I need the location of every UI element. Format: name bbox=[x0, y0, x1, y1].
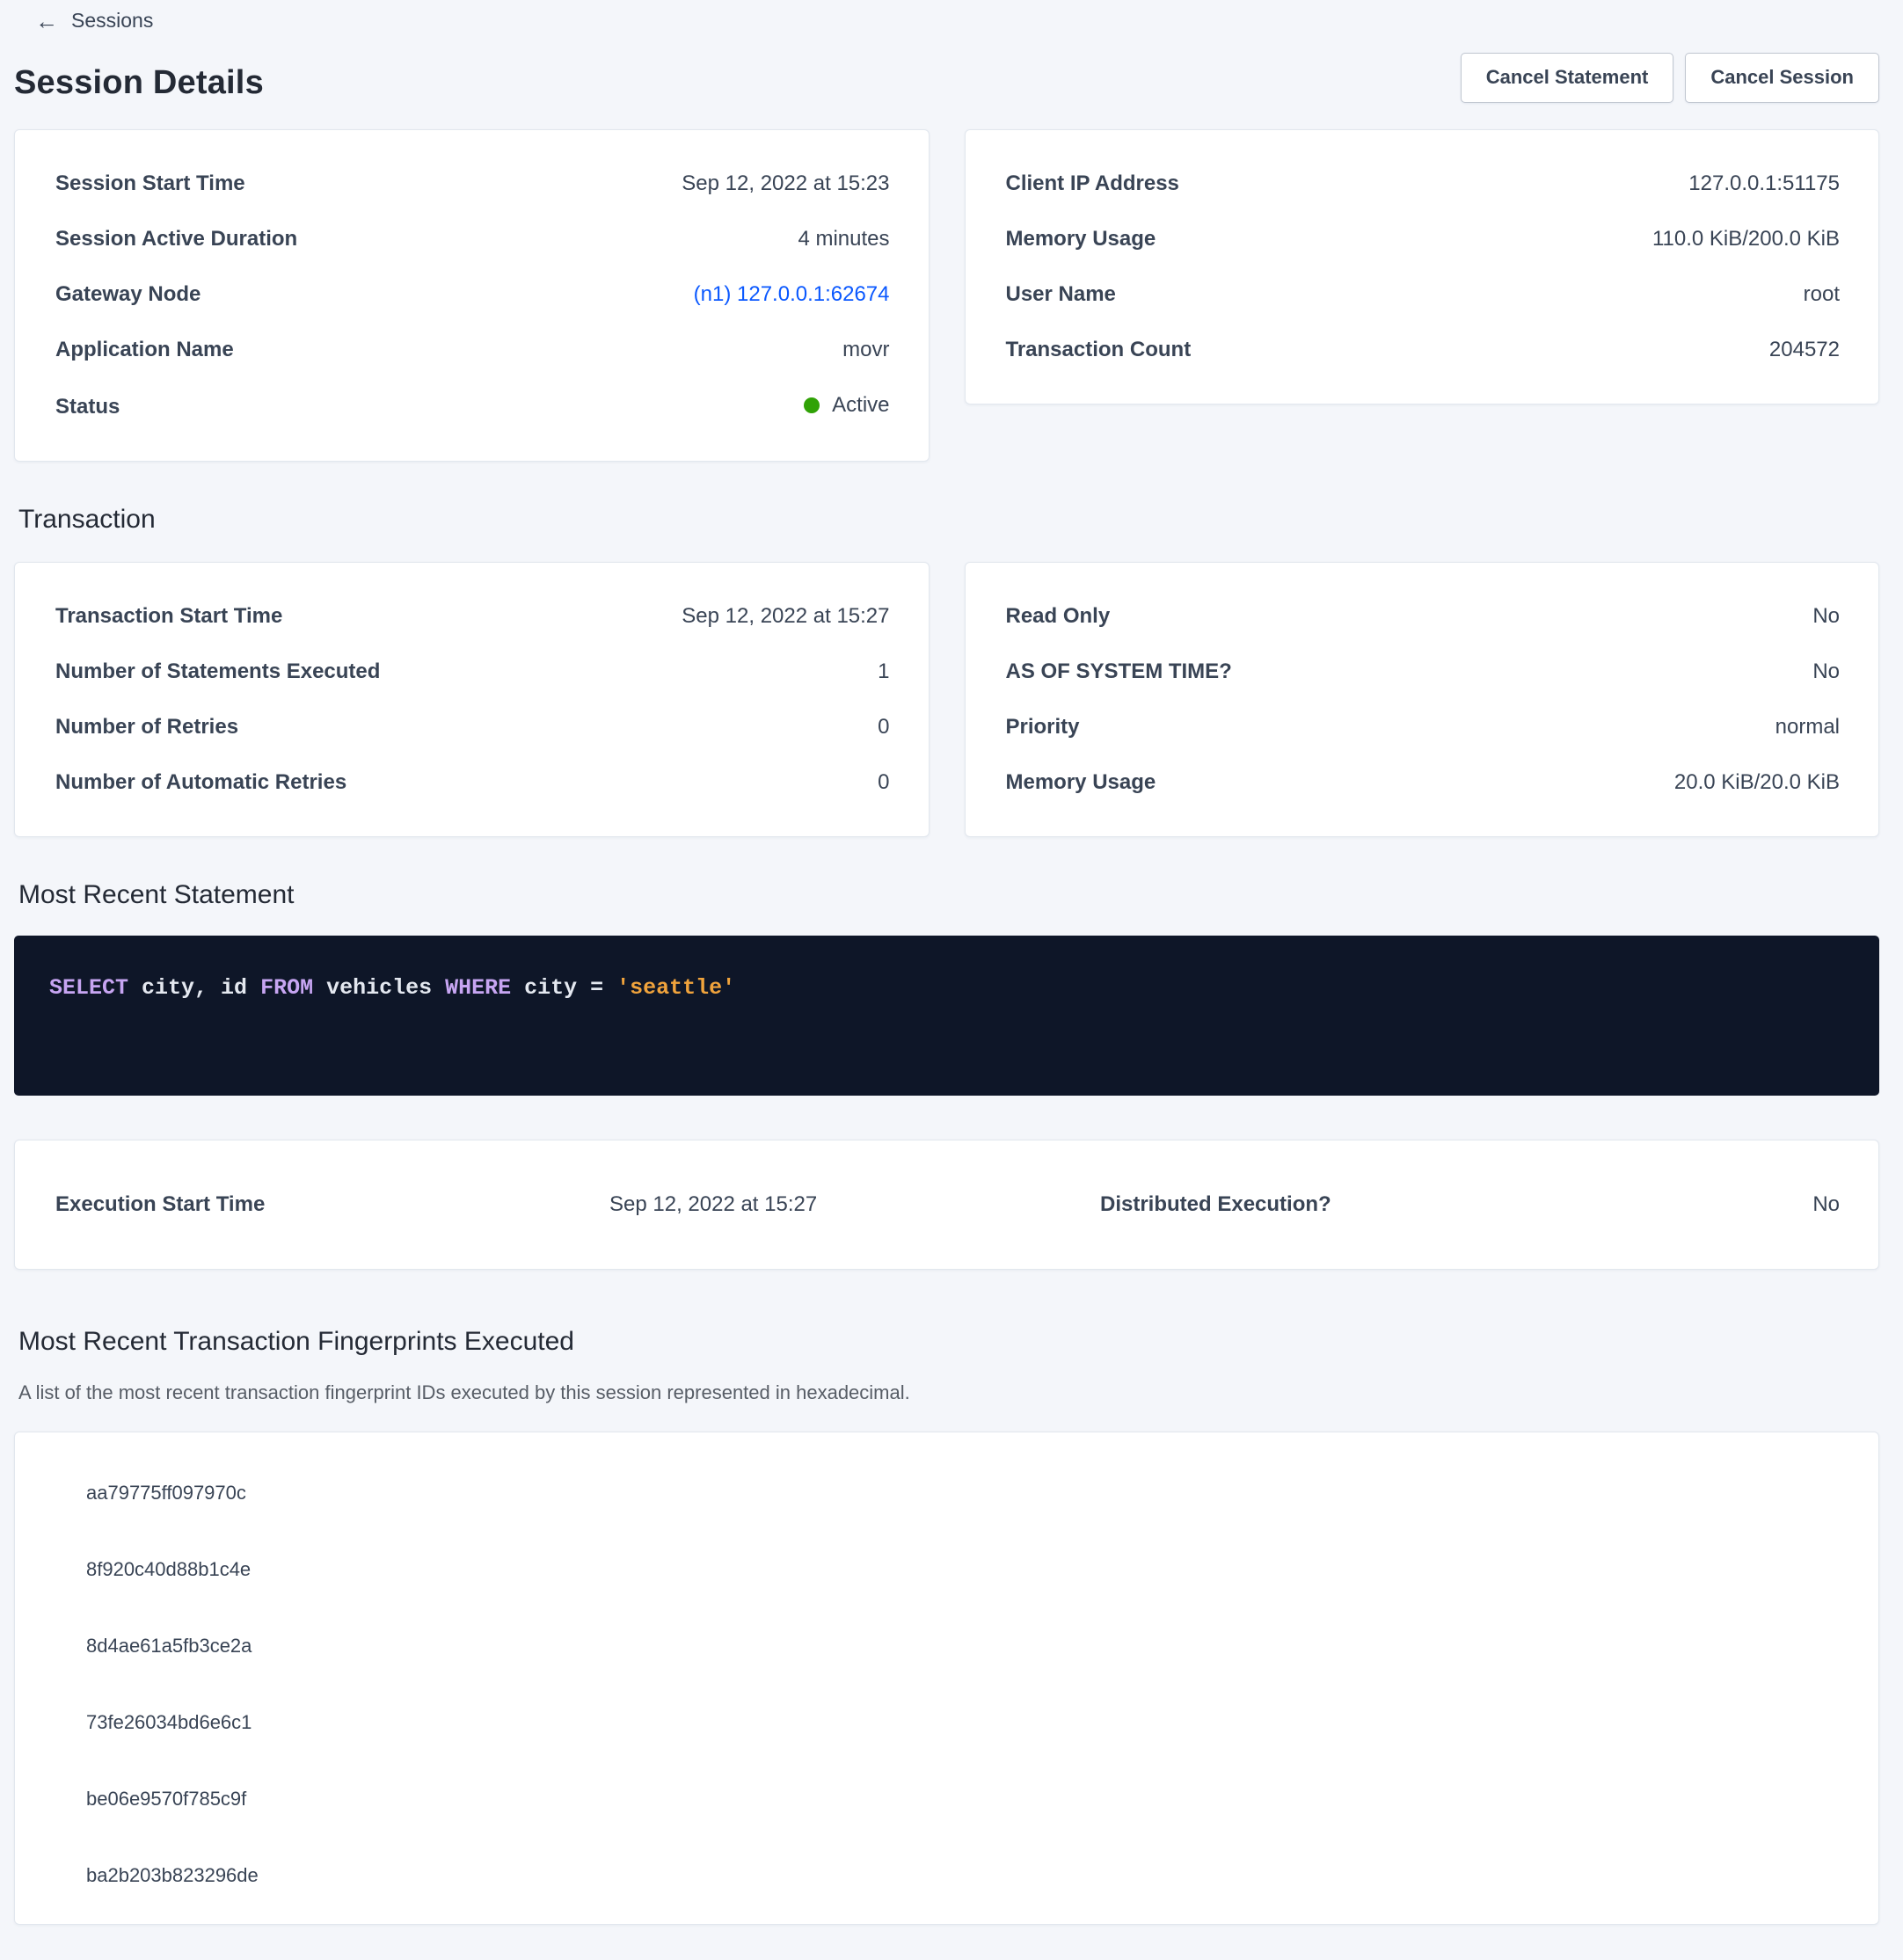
sql-statement-box: SELECT city, id FROM vehicles WHERE city… bbox=[14, 936, 1879, 1096]
read-only-row: Read Only No bbox=[1006, 603, 1841, 630]
row-value: 127.0.0.1:51175 bbox=[1688, 171, 1840, 197]
priority-row: Priority normal bbox=[1006, 714, 1841, 740]
row-label: Session Active Duration bbox=[55, 226, 297, 252]
client-info-card: Client IP Address 127.0.0.1:51175 Memory… bbox=[965, 129, 1880, 404]
row-label: Client IP Address bbox=[1006, 171, 1179, 197]
row-value: movr bbox=[842, 337, 889, 363]
row-label: Read Only bbox=[1006, 603, 1111, 630]
row-value: 1 bbox=[878, 659, 889, 685]
fingerprint-item: be06e9570f785c9f bbox=[86, 1786, 1840, 1812]
row-value: No bbox=[1812, 603, 1840, 630]
header-actions: Cancel Statement Cancel Session bbox=[1461, 53, 1879, 103]
fingerprint-item: 73fe26034bd6e6c1 bbox=[86, 1709, 1840, 1736]
row-value: 204572 bbox=[1769, 337, 1840, 363]
row-value: Sep 12, 2022 at 15:27 bbox=[682, 603, 889, 630]
as-of-system-time-row: AS OF SYSTEM TIME? No bbox=[1006, 659, 1841, 685]
back-to-sessions-link[interactable]: ← Sessions bbox=[35, 9, 153, 33]
row-label: Number of Retries bbox=[55, 714, 238, 740]
fingerprints-section-title: Most Recent Transaction Fingerprints Exe… bbox=[18, 1326, 1879, 1358]
row-value: root bbox=[1804, 281, 1840, 308]
session-active-duration-row: Session Active Duration 4 minutes bbox=[55, 226, 890, 252]
row-label: Memory Usage bbox=[1006, 226, 1156, 252]
sql-text: city = bbox=[524, 975, 616, 1001]
row-label: Priority bbox=[1006, 714, 1080, 740]
fingerprint-list: aa79775ff097970c 8f920c40d88b1c4e 8d4ae6… bbox=[86, 1480, 1840, 1889]
automatic-retries-row: Number of Automatic Retries 0 bbox=[55, 769, 890, 796]
row-label: Status bbox=[55, 394, 120, 420]
status-active-dot-icon bbox=[804, 397, 820, 413]
session-summary-row: Session Start Time Sep 12, 2022 at 15:23… bbox=[14, 129, 1879, 462]
user-name-row: User Name root bbox=[1006, 281, 1841, 308]
sql-text: city, id bbox=[142, 975, 260, 1001]
statements-executed-row: Number of Statements Executed 1 bbox=[55, 659, 890, 685]
gateway-node-link[interactable]: (n1) 127.0.0.1:62674 bbox=[694, 281, 890, 308]
application-name-row: Application Name movr bbox=[55, 337, 890, 363]
execution-start-time-label: Execution Start Time bbox=[55, 1191, 609, 1218]
row-label: Transaction Count bbox=[1006, 337, 1192, 363]
row-value: No bbox=[1812, 659, 1840, 685]
cancel-session-button[interactable]: Cancel Session bbox=[1685, 53, 1879, 103]
row-label: AS OF SYSTEM TIME? bbox=[1006, 659, 1232, 685]
fingerprints-description: A list of the most recent transaction fi… bbox=[18, 1381, 1879, 1406]
status-row: Status Active bbox=[55, 392, 890, 420]
transaction-settings-card: Read Only No AS OF SYSTEM TIME? No Prior… bbox=[965, 562, 1880, 837]
cancel-statement-button[interactable]: Cancel Statement bbox=[1461, 53, 1674, 103]
row-label: Number of Statements Executed bbox=[55, 659, 380, 685]
statement-section-title: Most Recent Statement bbox=[18, 879, 1879, 911]
row-label: Transaction Start Time bbox=[55, 603, 282, 630]
back-link-label: Sessions bbox=[71, 9, 153, 33]
row-value: normal bbox=[1775, 714, 1840, 740]
execution-card: Execution Start Time Sep 12, 2022 at 15:… bbox=[14, 1140, 1879, 1270]
fingerprint-item: aa79775ff097970c bbox=[86, 1480, 1840, 1506]
row-label: Session Start Time bbox=[55, 171, 245, 197]
row-value: Sep 12, 2022 at 15:23 bbox=[682, 171, 889, 197]
retries-row: Number of Retries 0 bbox=[55, 714, 890, 740]
distributed-execution-value: No bbox=[1331, 1191, 1840, 1218]
transaction-details-card: Transaction Start Time Sep 12, 2022 at 1… bbox=[14, 562, 930, 837]
row-value: 4 minutes bbox=[798, 226, 889, 252]
row-label: Application Name bbox=[55, 337, 234, 363]
row-label: Number of Automatic Retries bbox=[55, 769, 346, 796]
sql-statement: SELECT city, id FROM vehicles WHERE city… bbox=[49, 974, 1844, 1003]
row-value: 110.0 KiB/200.0 KiB bbox=[1652, 226, 1840, 252]
fingerprints-card: aa79775ff097970c 8f920c40d88b1c4e 8d4ae6… bbox=[14, 1432, 1879, 1925]
sql-keyword: WHERE bbox=[445, 975, 524, 1001]
gateway-node-row: Gateway Node (n1) 127.0.0.1:62674 bbox=[55, 281, 890, 308]
sql-keyword: FROM bbox=[260, 975, 326, 1001]
status-text: Active bbox=[832, 392, 889, 419]
session-start-time-row: Session Start Time Sep 12, 2022 at 15:23 bbox=[55, 171, 890, 197]
page-header: Session Details Cancel Statement Cancel … bbox=[14, 53, 1879, 103]
row-label: User Name bbox=[1006, 281, 1116, 308]
row-value: 0 bbox=[878, 769, 889, 796]
distributed-execution-label: Distributed Execution? bbox=[1100, 1191, 1331, 1218]
row-value: 20.0 KiB/20.0 KiB bbox=[1674, 769, 1840, 796]
txn-memory-usage-row: Memory Usage 20.0 KiB/20.0 KiB bbox=[1006, 769, 1841, 796]
transaction-count-row: Transaction Count 204572 bbox=[1006, 337, 1841, 363]
page-title: Session Details bbox=[14, 64, 264, 103]
sql-keyword: SELECT bbox=[49, 975, 142, 1001]
session-info-card: Session Start Time Sep 12, 2022 at 15:23… bbox=[14, 129, 930, 462]
fingerprint-item: ba2b203b823296de bbox=[86, 1862, 1840, 1889]
transaction-start-time-row: Transaction Start Time Sep 12, 2022 at 1… bbox=[55, 603, 890, 630]
execution-start-time-value: Sep 12, 2022 at 15:27 bbox=[609, 1191, 1100, 1218]
sql-text: vehicles bbox=[326, 975, 445, 1001]
left-arrow-icon: ← bbox=[35, 10, 58, 33]
client-ip-row: Client IP Address 127.0.0.1:51175 bbox=[1006, 171, 1841, 197]
row-label: Gateway Node bbox=[55, 281, 201, 308]
fingerprint-item: 8d4ae61a5fb3ce2a bbox=[86, 1633, 1840, 1659]
row-value: 0 bbox=[878, 714, 889, 740]
fingerprint-item: 8f920c40d88b1c4e bbox=[86, 1556, 1840, 1583]
status-badge: Active bbox=[804, 392, 889, 419]
transaction-cards-row: Transaction Start Time Sep 12, 2022 at 1… bbox=[14, 562, 1879, 837]
memory-usage-row: Memory Usage 110.0 KiB/200.0 KiB bbox=[1006, 226, 1841, 252]
transaction-section-title: Transaction bbox=[18, 504, 1879, 536]
sql-string-literal: 'seattle' bbox=[616, 975, 735, 1001]
session-details-page: ← Sessions Session Details Cancel Statem… bbox=[0, 0, 1903, 1960]
row-label: Memory Usage bbox=[1006, 769, 1156, 796]
